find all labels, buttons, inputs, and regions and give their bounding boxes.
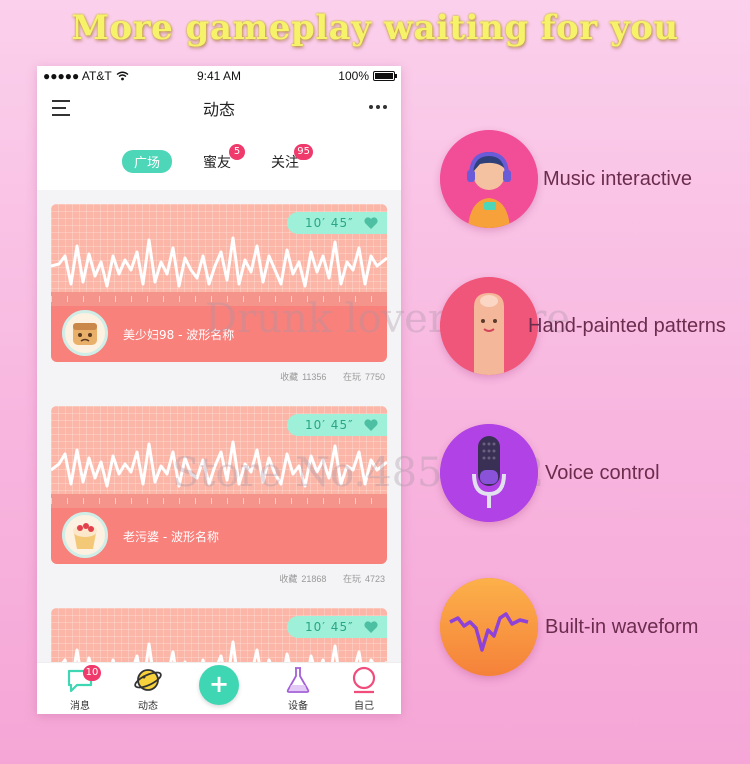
tab-bar: 广场 蜜友 5 关注 95: [37, 130, 401, 182]
tab-following-badge: 95: [294, 144, 313, 160]
wave-name: 老污婆 - 波形名称: [123, 530, 219, 544]
bottom-tab-devices[interactable]: 设备: [273, 665, 323, 712]
feature-waveform: Built-in waveform: [440, 578, 750, 678]
bottom-tab-messages[interactable]: 10 消息: [55, 665, 105, 712]
feature-patterns: Hand-painted patterns: [440, 277, 750, 377]
tab-following[interactable]: 关注 95: [271, 144, 313, 172]
feature-music: Music interactive: [440, 130, 750, 230]
bottom-tab-feed-label: 动态: [138, 701, 158, 712]
microphone-icon: [440, 424, 538, 522]
planet-icon: [134, 669, 162, 691]
card-stats: 收藏 11356 在玩 7750: [276, 370, 385, 383]
duration-text: 10′ 45″: [305, 620, 354, 634]
tab-friends-badge: 5: [229, 144, 245, 160]
duration-text: 10′ 45″: [305, 216, 354, 230]
heart-icon[interactable]: [363, 417, 379, 433]
nav-bar: 动态: [37, 86, 401, 130]
profile-ring-icon: [352, 666, 376, 694]
finger-face-icon: [440, 277, 538, 375]
feature-voice-label: Voice control: [545, 462, 660, 484]
avatar[interactable]: [62, 310, 108, 356]
bottom-tab-bar: 10 消息 动态 + 设备 自己: [37, 662, 401, 714]
feature-music-label: Music interactive: [543, 168, 692, 190]
heart-icon[interactable]: [363, 619, 379, 635]
wave-card[interactable]: 10′ 45″ 老污婆 - 波形名称: [51, 406, 387, 564]
bottom-tab-me-label: 自己: [354, 701, 374, 712]
feature-voice: Voice control: [440, 424, 750, 524]
fav-label: 收藏: [279, 574, 298, 584]
feed-list: 10′ 45″ 美少妇98 - 波形名称 收藏 11356 在玩 7750 10′ …: [37, 190, 401, 714]
battery-icon: [373, 71, 397, 81]
waveform-graphic: [51, 236, 387, 288]
tab-square[interactable]: 广场: [122, 150, 173, 173]
clock: 9:41 AM: [196, 69, 242, 83]
fav-count: 11356: [302, 372, 327, 382]
duration-pill: 10′ 45″: [287, 414, 387, 436]
tab-friends[interactable]: 蜜友 5: [203, 144, 245, 172]
duration-pill: 10′ 45″: [287, 616, 387, 638]
status-bar: ●●●●● AT&T 9:41 AM 100%: [37, 66, 401, 86]
heart-icon[interactable]: [363, 215, 379, 231]
feature-waveform-label: Built-in waveform: [545, 616, 699, 638]
bottom-tab-devices-label: 设备: [288, 701, 308, 712]
phone-screen: ●●●●● AT&T 9:41 AM 100% 动态 广场 蜜友 5 关注 95: [37, 66, 401, 714]
waveform-icon: [440, 578, 538, 676]
avatar[interactable]: [62, 512, 108, 558]
page-title: 动态: [202, 100, 235, 119]
play-count: 7750: [364, 372, 385, 382]
play-label: 在玩: [342, 574, 361, 584]
wave-name: 美少妇98 - 波形名称: [123, 328, 235, 342]
duration-pill: 10′ 45″: [287, 212, 387, 234]
duration-text: 10′ 45″: [305, 418, 354, 432]
bottom-tab-me[interactable]: 自己: [339, 665, 389, 712]
messages-badge: 10: [83, 665, 101, 681]
waveform-graphic: [51, 440, 387, 488]
tab-friends-label: 蜜友: [203, 155, 231, 171]
add-button[interactable]: +: [199, 665, 239, 705]
tab-following-label: 关注: [271, 155, 299, 171]
more-options-icon[interactable]: [369, 105, 387, 109]
play-count: 4723: [364, 574, 385, 584]
fav-label: 收藏: [280, 372, 299, 382]
fav-count: 21868: [301, 574, 327, 584]
promo-headline: More gameplay waiting for you: [71, 8, 679, 48]
feature-patterns-label: Hand-painted patterns: [528, 315, 726, 337]
wave-card[interactable]: 10′ 45″ 美少妇98 - 波形名称: [51, 204, 387, 362]
flask-icon: [286, 667, 310, 693]
play-label: 在玩: [342, 372, 361, 382]
bottom-tab-messages-label: 消息: [70, 701, 90, 712]
bottom-tab-feed[interactable]: 动态: [123, 665, 173, 712]
card-stats: 收藏 21868 在玩 4723: [275, 572, 385, 585]
headphones-girl-icon: [440, 130, 538, 228]
